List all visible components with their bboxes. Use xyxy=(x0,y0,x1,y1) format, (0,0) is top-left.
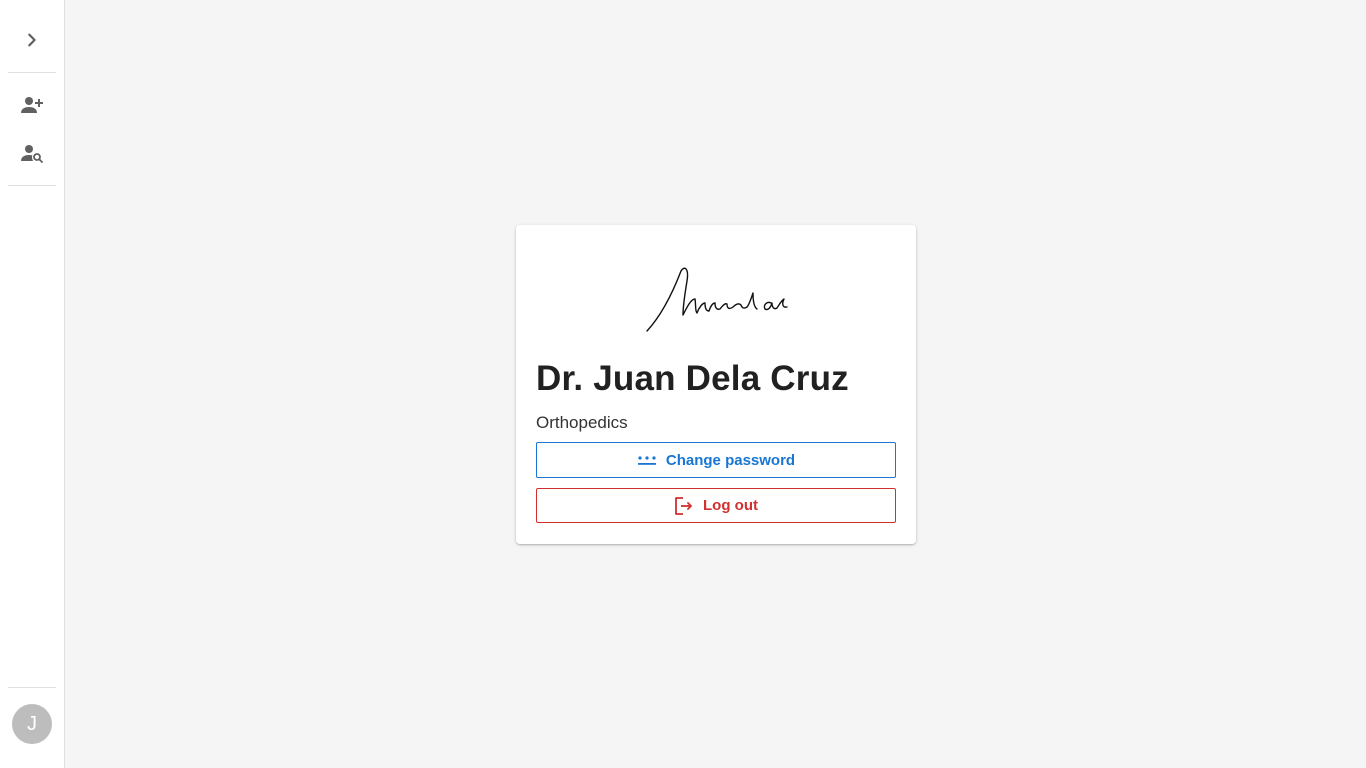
sidebar: J xyxy=(0,0,65,768)
sidebar-item-search-patient[interactable] xyxy=(8,129,56,177)
profile-card: Dr. Juan Dela Cruz Orthopedics Change pa… xyxy=(516,225,916,544)
change-password-button[interactable]: Change password xyxy=(536,442,896,478)
chevron-right-icon xyxy=(28,33,36,47)
sidebar-divider-top xyxy=(8,72,56,73)
logout-icon xyxy=(675,496,692,515)
avatar-initial: J xyxy=(27,712,37,735)
person-search-icon xyxy=(21,145,43,163)
doctor-name: Dr. Juan Dela Cruz xyxy=(536,359,849,398)
sidebar-divider-bottom xyxy=(8,687,56,688)
user-avatar[interactable]: J xyxy=(12,704,52,744)
signature-image xyxy=(646,267,788,332)
person-add-icon xyxy=(21,97,43,113)
sidebar-divider-middle xyxy=(8,185,56,186)
change-password-label: Change password xyxy=(665,451,796,469)
sidebar-item-add-patient[interactable] xyxy=(8,81,56,129)
password-dots-icon xyxy=(637,456,656,465)
app-root: J Dr. Juan Dela Cruz Orthopedics Change … xyxy=(0,0,1366,768)
expand-sidebar-button[interactable] xyxy=(8,16,56,64)
logout-button[interactable]: Log out xyxy=(536,488,896,523)
logout-label: Log out xyxy=(703,497,758,514)
doctor-specialty: Orthopedics xyxy=(536,413,628,432)
